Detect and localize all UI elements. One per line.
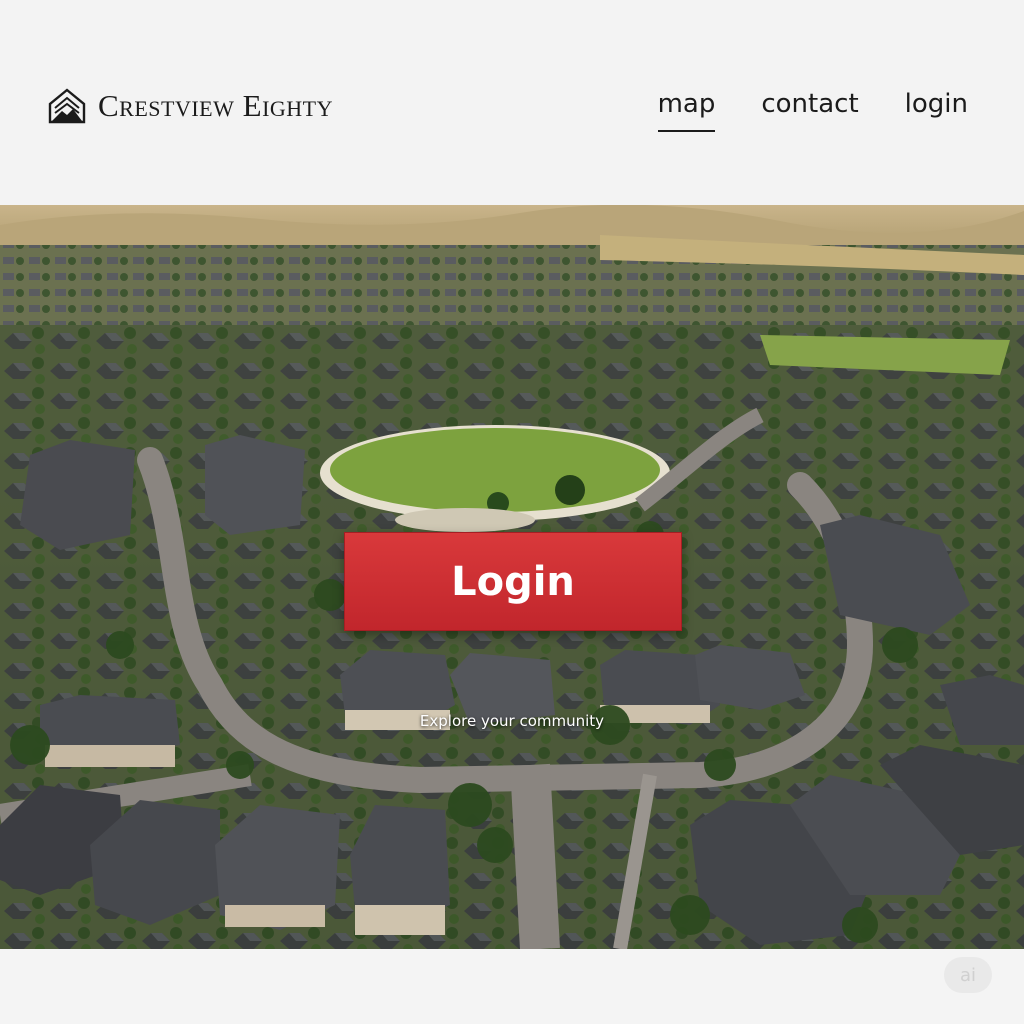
nav-map-link[interactable]: map xyxy=(657,86,716,132)
site-header: Crestview Eighty map contact login xyxy=(0,0,1024,205)
mountain-house-logo-icon xyxy=(48,88,86,124)
page-footer xyxy=(0,949,1024,1024)
brand[interactable]: Crestview Eighty xyxy=(48,86,333,126)
nav-contact-link[interactable]: contact xyxy=(761,86,858,132)
login-cta-button[interactable]: Login xyxy=(344,532,682,631)
nav-login-link[interactable]: login xyxy=(905,86,968,132)
ai-watermark-badge: ai xyxy=(944,957,992,993)
brand-name: Crestview Eighty xyxy=(98,88,333,123)
hero-aerial-image: Login Explore your community xyxy=(0,205,1024,949)
main-nav: map contact login xyxy=(657,86,968,132)
hero-tagline: Explore your community xyxy=(419,712,605,730)
